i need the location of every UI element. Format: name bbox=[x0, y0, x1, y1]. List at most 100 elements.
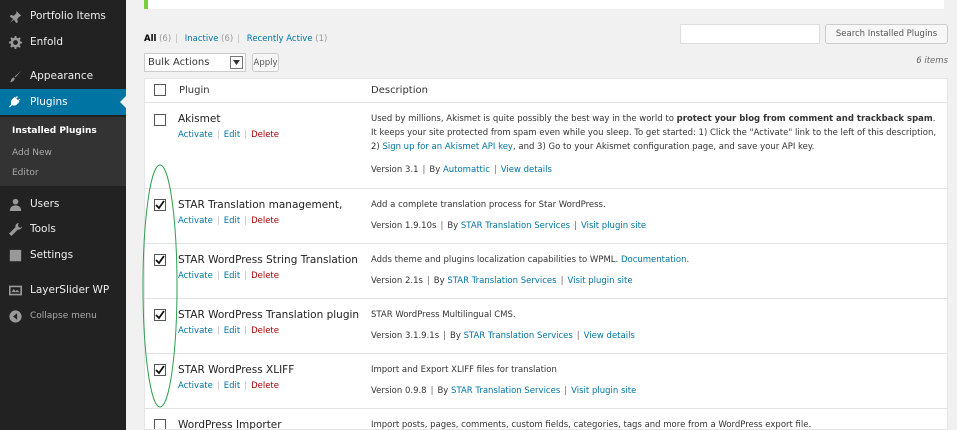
row-checkbox[interactable] bbox=[154, 364, 166, 376]
menu-users[interactable]: Users bbox=[0, 191, 126, 217]
activate-link[interactable]: Activate bbox=[178, 381, 213, 391]
filter-recently-active[interactable]: Recently Active bbox=[247, 34, 313, 44]
author-link[interactable]: STAR Translation Services bbox=[464, 331, 573, 341]
meta-sep: | bbox=[430, 386, 434, 396]
activate-link[interactable]: Activate bbox=[178, 326, 213, 336]
menu-layerslider[interactable]: LayerSlider WP bbox=[0, 277, 126, 303]
menu-label: Collapse menu bbox=[30, 311, 97, 321]
row-actions: Activate | Edit | Delete bbox=[178, 326, 279, 336]
edit-link[interactable]: Edit bbox=[224, 130, 240, 140]
select-all-checkbox[interactable] bbox=[154, 84, 166, 96]
apply-button[interactable]: Apply bbox=[252, 53, 279, 72]
plugin-name: WordPress Importer bbox=[178, 419, 282, 430]
desc-bold: protect your blog from comment and track… bbox=[676, 114, 933, 124]
meta-sep: | bbox=[564, 386, 568, 396]
activate-link[interactable]: Activate bbox=[178, 216, 213, 226]
row-actions: Activate | Edit | Delete bbox=[178, 271, 279, 281]
visit-plugin-site-link[interactable]: Visit plugin site bbox=[571, 386, 636, 396]
row-checkbox[interactable] bbox=[154, 199, 166, 211]
collapse-icon bbox=[0, 309, 30, 323]
plugin-version: Version 1.9.10s bbox=[371, 221, 437, 231]
author-link[interactable]: STAR Translation Services bbox=[461, 221, 570, 231]
desc-text: , and 3) Go to your Akismet configuratio… bbox=[512, 142, 815, 152]
plugin-meta: Version 1.9.10s | By STAR Translation Serv… bbox=[371, 221, 646, 231]
filter-sep: | bbox=[237, 34, 241, 44]
delete-link[interactable]: Delete bbox=[251, 216, 279, 226]
delete-link[interactable]: Delete bbox=[251, 381, 279, 391]
menu-label: LayerSlider WP bbox=[30, 284, 110, 296]
author-link[interactable]: STAR Translation Services bbox=[451, 386, 560, 396]
author-link[interactable]: Automattic bbox=[443, 165, 490, 175]
search-plugins-input[interactable] bbox=[680, 24, 820, 44]
meta-sep: | bbox=[493, 165, 497, 175]
documentation-link[interactable]: Documentation bbox=[621, 255, 687, 265]
filter-inactive[interactable]: Inactive bbox=[185, 34, 219, 44]
edit-link[interactable]: Edit bbox=[224, 326, 240, 336]
menu-plugins[interactable]: Plugins bbox=[0, 89, 126, 115]
menu-label: Settings bbox=[30, 249, 74, 261]
activate-link[interactable]: Activate bbox=[178, 271, 213, 281]
admin-sidebar: Portfolio Items Enfold Appearance Plugin… bbox=[0, 0, 126, 430]
items-count: 6 items bbox=[916, 56, 948, 66]
edit-link[interactable]: Edit bbox=[224, 216, 240, 226]
by-label: By bbox=[433, 276, 445, 286]
action-sep: | bbox=[244, 216, 248, 226]
table-row: STAR WordPress XLIFF Activate | Edit | Delet… bbox=[145, 354, 947, 409]
author-link[interactable]: STAR Translation Services bbox=[447, 276, 556, 286]
view-details-link[interactable]: View details bbox=[584, 331, 635, 341]
plugin-description: Used by millions, Akismet is quite possi… bbox=[371, 112, 941, 154]
row-checkbox[interactable] bbox=[154, 114, 166, 126]
plugin-meta: Version 2.1s | By STAR Translation Service… bbox=[371, 276, 633, 286]
action-sep: | bbox=[216, 381, 220, 391]
by-label: By bbox=[429, 165, 441, 175]
activate-link[interactable]: Activate bbox=[178, 130, 213, 140]
plugin-name: STAR WordPress Translation plugin bbox=[178, 309, 360, 321]
row-checkbox[interactable] bbox=[154, 309, 166, 321]
bulk-actions-value: Bulk Actions bbox=[148, 57, 210, 68]
menu-label: Enfold bbox=[30, 36, 63, 48]
checkmark-icon bbox=[155, 310, 165, 320]
delete-link[interactable]: Delete bbox=[251, 130, 279, 140]
submenu-editor[interactable]: Editor bbox=[12, 168, 39, 178]
search-installed-plugins-button[interactable]: Search Installed Plugins bbox=[825, 24, 948, 44]
meta-sep: | bbox=[422, 165, 426, 175]
collapse-menu-button[interactable]: Collapse menu bbox=[0, 303, 126, 329]
submenu-installed-plugins[interactable]: Installed Plugins bbox=[12, 126, 97, 136]
row-checkbox[interactable] bbox=[154, 419, 166, 429]
menu-portfolio-items[interactable]: Portfolio Items bbox=[0, 3, 126, 29]
view-details-link[interactable]: View details bbox=[501, 165, 552, 175]
akismet-signup-link[interactable]: Sign up for an Akismet API key bbox=[382, 142, 513, 152]
action-sep: | bbox=[216, 216, 220, 226]
edit-link[interactable]: Edit bbox=[224, 381, 240, 391]
plugin-meta: Version 3.1 | By Automattic | View details bbox=[371, 165, 552, 175]
brush-icon bbox=[0, 70, 30, 83]
filter-all-count: (6) bbox=[159, 34, 172, 44]
submenu-add-new[interactable]: Add New bbox=[12, 148, 52, 158]
delete-link[interactable]: Delete bbox=[251, 271, 279, 281]
menu-settings[interactable]: Settings bbox=[0, 242, 126, 268]
bulk-actions-select[interactable]: Bulk Actions bbox=[144, 53, 246, 72]
checkmark-icon bbox=[155, 255, 165, 265]
row-checkbox[interactable] bbox=[154, 254, 166, 266]
menu-enfold[interactable]: Enfold bbox=[0, 29, 126, 55]
plugins-submenu: Installed Plugins Add New Editor bbox=[0, 117, 126, 186]
action-sep: | bbox=[216, 271, 220, 281]
menu-tools[interactable]: Tools bbox=[0, 216, 126, 242]
plugin-description: STAR WordPress Multilingual CMS. bbox=[371, 310, 516, 320]
wrench-icon bbox=[0, 222, 30, 236]
plugins-table: Plugin Description Akismet Activate | Edit… bbox=[144, 78, 948, 430]
menu-appearance[interactable]: Appearance bbox=[0, 63, 126, 89]
visit-plugin-site-link[interactable]: Visit plugin site bbox=[581, 221, 646, 231]
meta-sep: | bbox=[443, 331, 446, 341]
desc-text: Used by millions, Akismet is quite possi… bbox=[371, 114, 677, 124]
plugin-name: STAR WordPress String Translation bbox=[178, 254, 358, 266]
filter-all[interactable]: All bbox=[144, 34, 156, 44]
admin-notice bbox=[144, 0, 944, 9]
column-plugin: Plugin bbox=[179, 85, 210, 96]
user-icon bbox=[0, 198, 30, 211]
checkmark-icon bbox=[155, 200, 165, 210]
row-actions: Activate | Edit | Delete bbox=[178, 216, 279, 226]
edit-link[interactable]: Edit bbox=[224, 271, 240, 281]
visit-plugin-site-link[interactable]: Visit plugin site bbox=[567, 276, 632, 286]
delete-link[interactable]: Delete bbox=[251, 326, 279, 336]
